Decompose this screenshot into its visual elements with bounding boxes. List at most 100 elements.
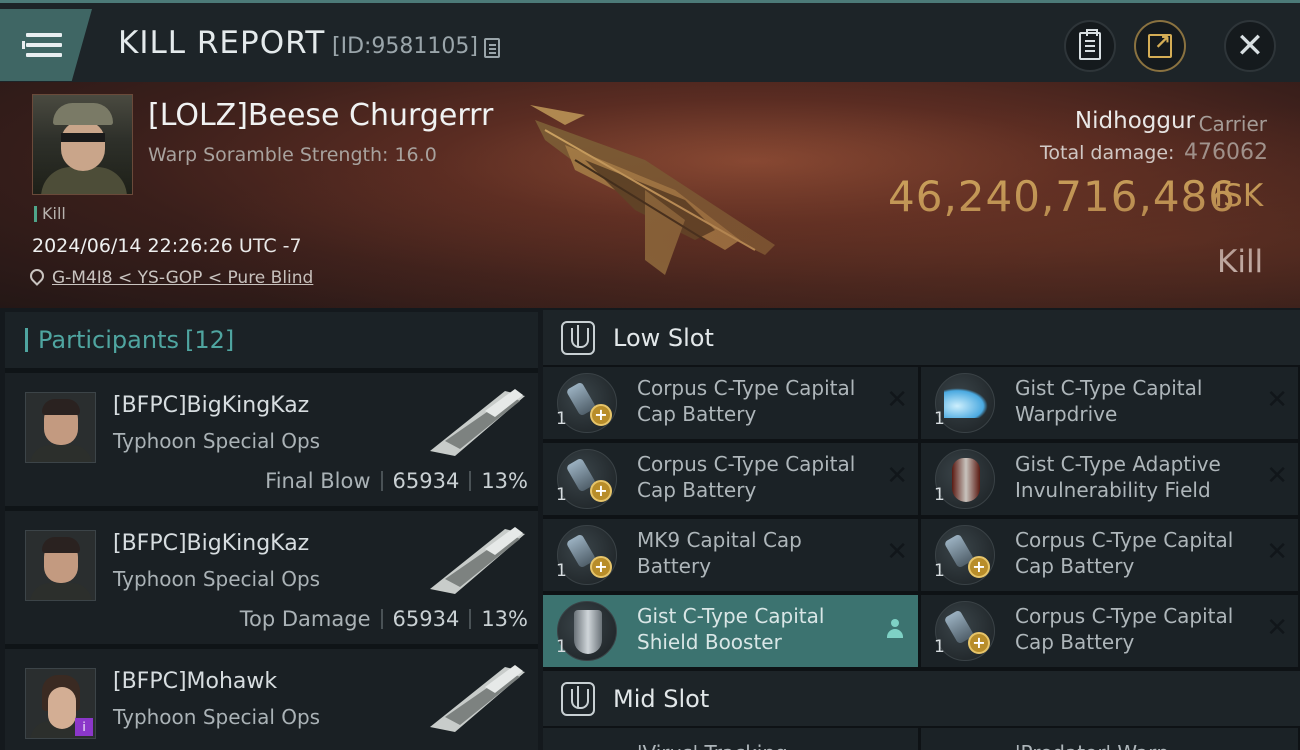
copy-id-icon[interactable] [484, 38, 500, 58]
module-name: MK9 Capital Cap Battery [637, 528, 802, 578]
participant-stats: Top Damage 65934 13% [240, 607, 528, 631]
dropped-person-icon [886, 619, 904, 639]
module-quantity: 1 [556, 409, 567, 429]
module-name: Corpus C-Type Capital Cap Battery [1015, 528, 1234, 578]
participant-role: Top Damage [239, 607, 371, 631]
isk-value: 46,240,716,486 [888, 172, 1236, 221]
low-slot-icon [561, 320, 595, 355]
participant-avatar: i [25, 668, 96, 739]
module-name: 'Virus' Tracking [637, 740, 867, 750]
module-quantity: 1 [934, 485, 945, 505]
module-row[interactable]: + 1 Corpus C-Type Capital Cap Battery ✕ [921, 595, 1298, 667]
participants-header: Participants [12] [5, 312, 538, 368]
module-row[interactable]: 'Virus' Tracking [543, 728, 918, 750]
clipboard-button[interactable] [1064, 20, 1116, 72]
destroyed-x-icon: ✕ [886, 385, 908, 415]
module-name: Gist C-Type Capital Shield Booster [637, 604, 825, 654]
low-slot-label: Low Slot [613, 323, 714, 352]
mid-slot-icon [561, 681, 595, 716]
destroyed-x-icon: ✕ [886, 461, 908, 491]
destroyed-x-icon: ✕ [1266, 461, 1288, 491]
participant-ship-image [430, 665, 525, 732]
participant-percent: 13% [481, 469, 528, 493]
result-label: Kill [1217, 244, 1264, 280]
victim-portrait[interactable] [32, 94, 133, 195]
module-row-selected[interactable]: 1 Gist C-Type Capital Shield Booster [543, 595, 918, 667]
module-quantity: 1 [556, 561, 567, 581]
close-icon: ✕ [1235, 26, 1265, 66]
isk-unit: ISK [1214, 178, 1264, 214]
participant-ship-image [430, 389, 525, 456]
module-row[interactable]: + 1 Corpus C-Type Capital Cap Battery ✕ [543, 443, 918, 515]
share-icon [1148, 30, 1172, 58]
module-quantity: 1 [556, 485, 567, 505]
module-quantity: 1 [556, 637, 567, 657]
module-row[interactable]: + 1 MK9 Capital Cap Battery ✕ [543, 519, 918, 591]
mid-slot-header: Mid Slot [543, 671, 1300, 726]
participant-ship: Typhoon Special Ops [113, 429, 321, 453]
menu-button[interactable] [0, 9, 92, 81]
location-pin-icon [30, 269, 44, 287]
module-row[interactable]: + 1 Corpus C-Type Capital Cap Battery ✕ [921, 519, 1298, 591]
module-name: Corpus C-Type Capital Cap Battery [1015, 604, 1234, 654]
victim-banner: [LOLZ]Beese Churgerrr Warp Soramble Stre… [0, 82, 1300, 308]
module-row[interactable]: 1 Gist C-Type Adaptive Invulnerability F… [921, 443, 1298, 515]
participants-count: [12] [184, 326, 235, 354]
participant-ship: Typhoon Special Ops [113, 705, 321, 729]
clipboard-icon [1079, 29, 1101, 60]
participant-avatar [25, 530, 96, 601]
low-slot-header: Low Slot [543, 310, 1300, 365]
module-name: 'Predator' Warp [1015, 740, 1245, 750]
location-text: G-M4I8 < YS-GOP < Pure Blind [52, 268, 314, 288]
participant-row[interactable]: i [BFPC]Mohawk Typhoon Special Ops [5, 649, 538, 750]
participant-name: [BFPC]BigKingKaz [113, 393, 310, 418]
participant-stats: Final Blow 65934 13% [265, 469, 528, 493]
mid-slot-label: Mid Slot [613, 684, 710, 713]
destroyed-x-icon: ✕ [1266, 537, 1288, 567]
mid-slot-modules: 'Virus' Tracking 'Predator' Warp [543, 728, 1300, 750]
participant-row[interactable]: [BFPC]BigKingKaz Typhoon Special Ops Fin… [5, 373, 538, 506]
participant-row[interactable]: [BFPC]BigKingKaz Typhoon Special Ops Top… [5, 511, 538, 644]
destroyed-x-icon: ✕ [1266, 385, 1288, 415]
kill-id: [ID:9581105] [332, 34, 478, 59]
hamburger-icon [22, 33, 62, 57]
participant-damage: 65934 [392, 607, 460, 631]
module-name: Corpus C-Type Capital Cap Battery [637, 376, 856, 426]
participant-ship-image [430, 527, 525, 594]
destroyed-x-icon: ✕ [1266, 613, 1288, 643]
module-quantity: 1 [934, 409, 945, 429]
participant-ship: Typhoon Special Ops [113, 567, 321, 591]
kill-timestamp: 2024/06/14 22:26:26 UTC -7 [32, 235, 302, 257]
module-name: Corpus C-Type Capital Cap Battery [637, 452, 856, 502]
low-slot-modules: + 1 Corpus C-Type Capital Cap Battery ✕ … [543, 365, 1300, 667]
module-row[interactable]: + 1 Corpus C-Type Capital Cap Battery ✕ [543, 367, 918, 439]
module-row[interactable]: 1 Gist C-Type Capital Warpdrive ✕ [921, 367, 1298, 439]
share-button[interactable] [1134, 20, 1186, 72]
participant-percent: 13% [481, 607, 528, 631]
participant-name: [BFPC]BigKingKaz [113, 531, 310, 556]
victim-name[interactable]: [LOLZ]Beese Churgerrr [148, 98, 493, 133]
module-quantity: 1 [934, 637, 945, 657]
close-button[interactable]: ✕ [1224, 20, 1276, 72]
victim-ship-name[interactable]: Nidhoggur [1075, 108, 1195, 134]
module-name: Gist C-Type Capital Warpdrive [1015, 376, 1203, 426]
fitting-panel: Low Slot + 1 Corpus C-Type Capital Cap B… [543, 310, 1300, 750]
kill-type-tag: Kill [34, 206, 66, 222]
title-bar: KILL REPORT [ID:9581105] ✕ [0, 0, 1300, 82]
victim-ship-class: Carrier [1198, 112, 1267, 136]
module-quantity: 1 [934, 561, 945, 581]
page-title: KILL REPORT [118, 25, 326, 61]
kill-location-link[interactable]: G-M4I8 < YS-GOP < Pure Blind [30, 268, 313, 288]
participant-damage: 65934 [392, 469, 460, 493]
participant-avatar [25, 392, 96, 463]
participants-label: Participants [38, 326, 179, 354]
participant-name: [BFPC]Mohawk [113, 669, 278, 694]
module-row[interactable]: 'Predator' Warp [921, 728, 1298, 750]
participants-panel: Participants [12] [BFPC]BigKingKaz Typho… [5, 312, 538, 750]
destroyed-x-icon: ✕ [886, 537, 908, 567]
info-badge-icon: i [75, 718, 93, 736]
module-name: Gist C-Type Adaptive Invulnerability Fie… [1015, 452, 1221, 502]
participant-role: Final Blow [265, 469, 371, 493]
total-damage-label: Total damage: [1040, 142, 1175, 164]
victim-ship-image [530, 105, 775, 275]
